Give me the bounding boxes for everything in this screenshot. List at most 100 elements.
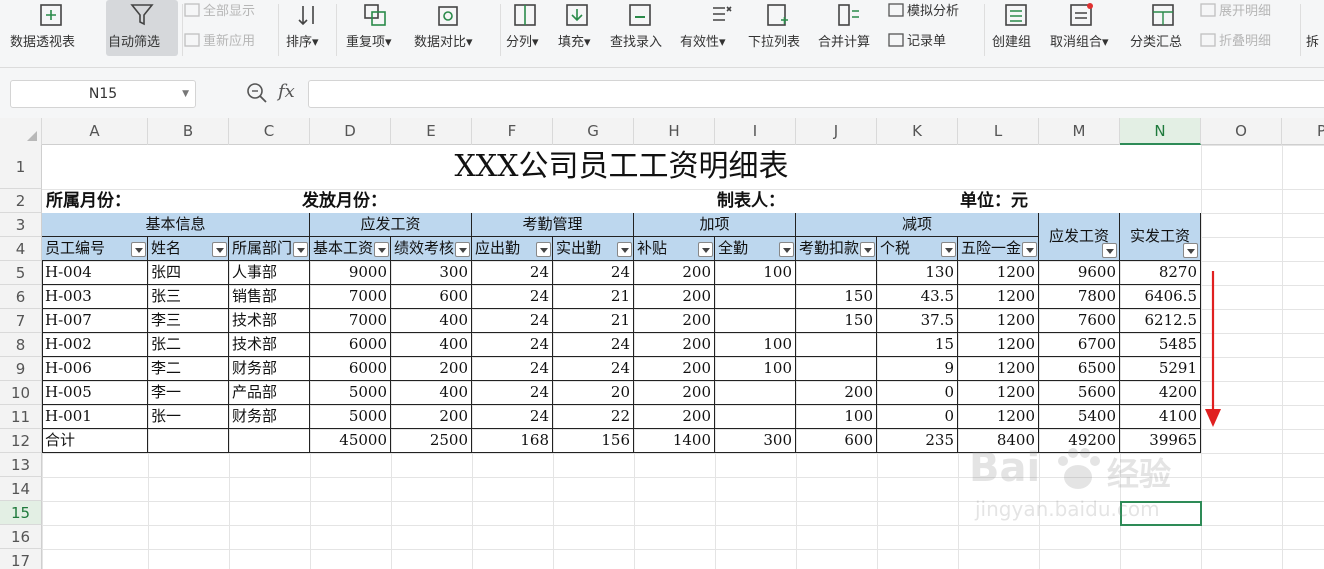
row-header-8[interactable]: 8 [0, 333, 42, 357]
table-cell[interactable]: 100 [715, 357, 796, 381]
table-cell[interactable]: 1200 [958, 357, 1039, 381]
table-cell[interactable]: 7000 [310, 285, 391, 309]
total-cell[interactable]: 45000 [310, 429, 391, 453]
column-header-h[interactable]: H [634, 118, 715, 145]
filter-dropdown-icon[interactable] [455, 242, 470, 257]
table-cell[interactable]: 200 [634, 405, 715, 429]
table-cell[interactable]: 6406.5 [1120, 285, 1201, 309]
column-header-b[interactable]: B [148, 118, 229, 145]
row-header-9[interactable]: 9 [0, 357, 42, 381]
table-cell[interactable]: 200 [391, 405, 472, 429]
column-header-o[interactable]: O [1201, 118, 1282, 145]
table-cell[interactable]: 200 [634, 333, 715, 357]
row-header-14[interactable]: 14 [0, 477, 42, 501]
table-cell[interactable]: 24 [472, 357, 553, 381]
row-header-3[interactable]: 3 [0, 213, 42, 237]
table-cell[interactable]: 4200 [1120, 381, 1201, 405]
table-cell[interactable]: H-006 [42, 357, 148, 381]
total-cell[interactable]: 600 [796, 429, 877, 453]
ribbon-button-10[interactable]: 合并计算 [816, 0, 882, 56]
table-cell[interactable]: 200 [634, 261, 715, 285]
ribbon-button-11[interactable]: 创建组 [990, 0, 1042, 56]
table-cell[interactable]: 100 [796, 405, 877, 429]
row-header-2[interactable]: 2 [0, 189, 42, 213]
table-cell[interactable]: 43.5 [877, 285, 958, 309]
cell-area[interactable]: XXX公司员工工资明细表 所属月份： 发放月份： 制表人： 单位：元 基本信息 应发工资 考勤… [42, 145, 1324, 569]
table-cell[interactable]: 张三 [148, 285, 229, 309]
table-cell[interactable]: 张四 [148, 261, 229, 285]
ribbon-button-6[interactable]: 填充▾ [556, 0, 598, 56]
column-header-l[interactable]: L [958, 118, 1039, 145]
table-cell[interactable]: 5400 [1039, 405, 1120, 429]
filter-dropdown-icon[interactable] [1022, 242, 1037, 257]
table-cell[interactable]: 5000 [310, 381, 391, 405]
total-cell[interactable]: 2500 [391, 429, 472, 453]
table-cell[interactable]: 5600 [1039, 381, 1120, 405]
table-cell[interactable]: 8270 [1120, 261, 1201, 285]
table-cell[interactable]: 22 [553, 405, 634, 429]
table-cell[interactable]: 7000 [310, 309, 391, 333]
filter-dropdown-icon[interactable] [1183, 243, 1198, 258]
table-cell[interactable]: 200 [391, 357, 472, 381]
zoom-formula-icon[interactable] [246, 82, 268, 104]
table-cell[interactable] [715, 285, 796, 309]
total-cell[interactable]: 1400 [634, 429, 715, 453]
filter-dropdown-icon[interactable] [536, 242, 551, 257]
table-cell[interactable]: H-001 [42, 405, 148, 429]
table-cell[interactable]: 7800 [1039, 285, 1120, 309]
table-cell[interactable]: 5000 [310, 405, 391, 429]
filter-dropdown-icon[interactable] [779, 242, 794, 257]
table-cell[interactable]: 200 [634, 285, 715, 309]
row-header-17[interactable]: 17 [0, 549, 42, 569]
table-cell[interactable]: 100 [715, 333, 796, 357]
filter-dropdown-icon[interactable] [1102, 243, 1117, 258]
column-header-m[interactable]: M [1039, 118, 1120, 145]
ribbon-button-12[interactable]: 取消组合▾ [1048, 0, 1114, 56]
table-cell[interactable]: H-003 [42, 285, 148, 309]
table-cell[interactable]: 21 [553, 285, 634, 309]
table-cell[interactable]: 24 [472, 309, 553, 333]
table-cell[interactable]: 24 [472, 381, 553, 405]
table-cell[interactable]: 24 [472, 285, 553, 309]
formula-input[interactable] [308, 80, 1324, 108]
ribbon-small-record_form[interactable]: 记录单 [888, 30, 946, 49]
row-header-7[interactable]: 7 [0, 309, 42, 333]
table-cell[interactable]: 400 [391, 381, 472, 405]
table-cell[interactable]: 6700 [1039, 333, 1120, 357]
table-cell[interactable] [715, 405, 796, 429]
table-cell[interactable] [796, 333, 877, 357]
table-cell[interactable]: 21 [553, 309, 634, 333]
ribbon-small-collapse_detail[interactable]: 折叠明细 [1200, 30, 1271, 49]
ribbon-button-9[interactable]: 下拉列表 [746, 0, 810, 56]
table-cell[interactable] [796, 261, 877, 285]
table-cell[interactable] [715, 381, 796, 405]
filter-dropdown-icon[interactable] [941, 242, 956, 257]
fx-icon[interactable]: fx [278, 81, 295, 102]
table-cell[interactable]: 200 [634, 381, 715, 405]
table-cell[interactable]: 4100 [1120, 405, 1201, 429]
table-cell[interactable]: 1200 [958, 261, 1039, 285]
table-cell[interactable]: 24 [472, 333, 553, 357]
ribbon-button-14[interactable]: 拆 [1304, 0, 1324, 56]
column-header-d[interactable]: D [310, 118, 391, 145]
table-cell[interactable]: 150 [796, 285, 877, 309]
table-cell[interactable]: 200 [634, 357, 715, 381]
table-cell[interactable]: 9000 [310, 261, 391, 285]
total-cell[interactable]: 168 [472, 429, 553, 453]
name-box[interactable]: N15 ▼ [10, 80, 196, 108]
table-cell[interactable]: 财务部 [229, 405, 310, 429]
table-cell[interactable]: 1200 [958, 309, 1039, 333]
table-cell[interactable]: 人事部 [229, 261, 310, 285]
table-cell[interactable]: H-004 [42, 261, 148, 285]
table-cell[interactable]: 5291 [1120, 357, 1201, 381]
row-header-11[interactable]: 11 [0, 405, 42, 429]
filter-dropdown-icon[interactable] [860, 242, 875, 257]
table-cell[interactable]: 400 [391, 309, 472, 333]
table-cell[interactable]: 6000 [310, 333, 391, 357]
total-cell[interactable]: 合计 [42, 429, 148, 453]
table-cell[interactable]: 100 [715, 261, 796, 285]
column-header-j[interactable]: J [796, 118, 877, 145]
table-cell[interactable]: 9 [877, 357, 958, 381]
row-header-15[interactable]: 15 [0, 501, 42, 525]
table-cell[interactable]: 20 [553, 381, 634, 405]
